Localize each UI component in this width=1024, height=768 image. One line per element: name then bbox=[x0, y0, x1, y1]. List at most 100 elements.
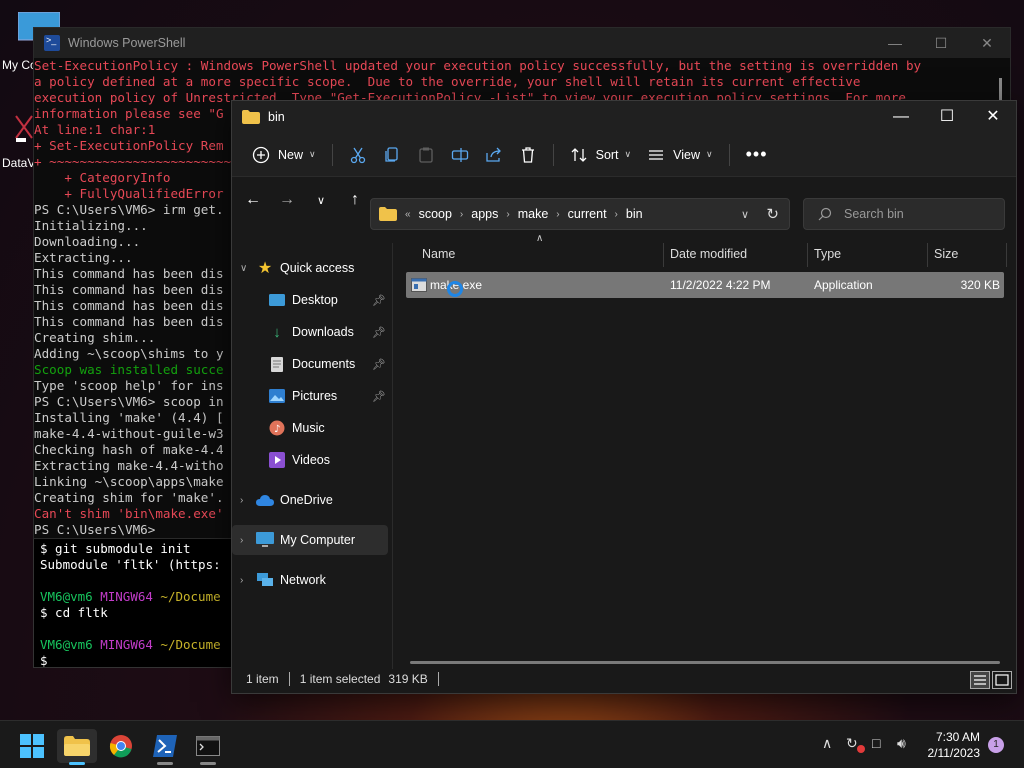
file-row[interactable]: make.exe 11/2/2022 4:22 PM Application 3… bbox=[406, 272, 1004, 298]
nav-item-quick-access[interactable]: ∨ ★ Quick access bbox=[232, 253, 388, 283]
bash-line bbox=[40, 573, 242, 589]
nav-item-music[interactable]: ♪ Music bbox=[232, 413, 388, 443]
network-icon[interactable]: □ bbox=[872, 735, 880, 751]
horizontal-scrollbar[interactable] bbox=[410, 661, 1000, 664]
nav-label: My Computer bbox=[280, 533, 356, 547]
taskbar-chrome[interactable] bbox=[101, 729, 141, 763]
arrow-left-icon: ← bbox=[245, 191, 261, 208]
sync-icon[interactable]: ↻ bbox=[846, 735, 858, 752]
recent-locations-button[interactable]: ∨ bbox=[304, 194, 338, 207]
clock[interactable]: 7:30 AM 2/11/2023 bbox=[928, 729, 981, 761]
close-button[interactable]: ✕ bbox=[964, 28, 1010, 58]
taskbar-terminal[interactable] bbox=[188, 729, 228, 765]
tiles-view-button[interactable] bbox=[992, 671, 1012, 689]
breadcrumb-current[interactable]: current bbox=[568, 207, 607, 221]
document-icon bbox=[268, 355, 286, 373]
column-header-type[interactable]: Type bbox=[814, 239, 841, 269]
new-button[interactable]: New ∨ bbox=[244, 139, 324, 171]
search-icon bbox=[818, 207, 832, 221]
taskbar-powershell[interactable] bbox=[145, 729, 185, 765]
maximize-button[interactable]: ☐ bbox=[918, 28, 964, 58]
rename-button[interactable] bbox=[443, 139, 477, 171]
paste-button[interactable] bbox=[409, 139, 443, 171]
file-explorer-window[interactable]: bin ― ☐ ✕ New ∨ Sort ∨ View ∨ ••• ← → ∨ … bbox=[231, 100, 1017, 694]
nav-item-pictures[interactable]: Pictures 📌︎ bbox=[232, 381, 388, 411]
minimize-button[interactable]: ― bbox=[872, 28, 918, 58]
nav-item-onedrive[interactable]: › OneDrive bbox=[232, 485, 388, 515]
up-button[interactable]: ↑ bbox=[338, 191, 372, 209]
pictures-icon bbox=[268, 387, 286, 405]
column-header-size[interactable]: Size bbox=[934, 239, 958, 269]
breadcrumb-bin[interactable]: bin bbox=[626, 207, 643, 221]
chevron-right-icon[interactable]: › bbox=[240, 495, 256, 506]
nav-item-documents[interactable]: Documents 📌︎ bbox=[232, 349, 388, 379]
console-line: a policy defined at a more specific scop… bbox=[34, 74, 861, 89]
nav-item-videos[interactable]: Videos bbox=[232, 445, 388, 475]
column-header-date[interactable]: Date modified bbox=[670, 239, 747, 269]
application-icon bbox=[411, 278, 427, 292]
breadcrumb-apps[interactable]: apps bbox=[471, 207, 498, 221]
close-button[interactable]: ✕ bbox=[970, 101, 1016, 133]
pin-icon[interactable]: 📌︎ bbox=[372, 294, 386, 307]
share-button[interactable] bbox=[477, 139, 511, 171]
nav-item-my-computer[interactable]: › My Computer bbox=[232, 525, 388, 555]
sort-icon bbox=[571, 147, 587, 162]
address-dropdown-icon[interactable]: ∨ bbox=[741, 208, 749, 221]
explorer-titlebar[interactable]: bin ― ☐ ✕ bbox=[232, 101, 1016, 133]
chevron-right-icon[interactable]: › bbox=[506, 209, 509, 220]
star-icon: ★ bbox=[257, 260, 273, 277]
nav-item-desktop[interactable]: Desktop 📌︎ bbox=[232, 285, 388, 315]
status-bar: 1 item 1 item selected 319 KB bbox=[232, 665, 1016, 693]
chevron-right-icon[interactable]: › bbox=[240, 575, 256, 586]
forward-button[interactable]: → bbox=[270, 191, 304, 209]
column-header-name[interactable]: Name bbox=[422, 239, 455, 269]
breadcrumb-scoop[interactable]: scoop bbox=[419, 207, 452, 221]
cut-button[interactable] bbox=[341, 139, 375, 171]
chevron-right-icon[interactable]: › bbox=[460, 209, 463, 220]
selection-status: 1 item selected bbox=[299, 672, 381, 686]
details-view-button[interactable] bbox=[970, 671, 990, 689]
nav-item-downloads[interactable]: ↓ Downloads 📌︎ bbox=[232, 317, 388, 347]
chevron-right-icon[interactable]: › bbox=[240, 535, 256, 546]
view-button[interactable]: View ∨ bbox=[639, 139, 720, 171]
chevron-right-icon[interactable]: › bbox=[615, 209, 618, 220]
start-button[interactable] bbox=[12, 729, 52, 763]
refresh-icon[interactable]: ↻ bbox=[766, 205, 779, 223]
pin-icon[interactable]: 📌︎ bbox=[372, 326, 386, 339]
nav-label: Quick access bbox=[280, 261, 355, 275]
copy-button[interactable] bbox=[375, 139, 409, 171]
pin-icon[interactable]: 📌︎ bbox=[372, 390, 386, 403]
windows-logo-icon bbox=[20, 734, 44, 758]
taskbar-file-explorer[interactable] bbox=[57, 729, 97, 765]
more-options-button[interactable]: ••• bbox=[738, 139, 776, 171]
chevron-down-icon: ∨ bbox=[706, 149, 713, 159]
git-bash-window[interactable]: $ git submodule init Submodule 'fltk' (ht… bbox=[33, 538, 243, 668]
search-box[interactable]: Search bin bbox=[803, 198, 1005, 230]
breadcrumb-make[interactable]: make bbox=[518, 207, 549, 221]
trash-icon bbox=[521, 146, 534, 163]
powershell-titlebar[interactable]: Windows PowerShell ― ☐ ✕ bbox=[34, 28, 1010, 58]
sync-alert-icon bbox=[857, 745, 865, 753]
chevron-right-icon[interactable]: › bbox=[556, 209, 559, 220]
powershell-icon bbox=[44, 35, 60, 51]
delete-button[interactable] bbox=[511, 139, 545, 171]
chevron-up-icon[interactable]: ∧ bbox=[822, 735, 832, 752]
notification-badge[interactable]: 1 bbox=[988, 737, 1004, 753]
bash-line: $ bbox=[40, 653, 48, 668]
item-count: 1 item bbox=[246, 672, 279, 686]
minimize-button[interactable]: ― bbox=[878, 101, 924, 133]
maximize-button[interactable]: ☐ bbox=[924, 101, 970, 133]
videos-icon bbox=[268, 451, 286, 469]
nav-item-network[interactable]: › Network bbox=[232, 565, 388, 595]
cloud-icon bbox=[256, 491, 274, 509]
chevron-down-icon[interactable]: ∨ bbox=[240, 263, 256, 274]
overflow-icon[interactable]: « bbox=[405, 209, 411, 220]
rename-icon bbox=[451, 147, 468, 162]
nav-label: Desktop bbox=[292, 293, 338, 307]
back-button[interactable]: ← bbox=[236, 191, 270, 209]
volume-icon[interactable]: 🔊︎ bbox=[897, 735, 906, 752]
pin-icon[interactable]: 📌︎ bbox=[372, 358, 386, 371]
sort-button[interactable]: Sort ∨ bbox=[562, 139, 640, 171]
network-icon bbox=[256, 571, 274, 589]
address-bar[interactable]: « scoop › apps › make › current › bin ∨ … bbox=[370, 198, 790, 230]
